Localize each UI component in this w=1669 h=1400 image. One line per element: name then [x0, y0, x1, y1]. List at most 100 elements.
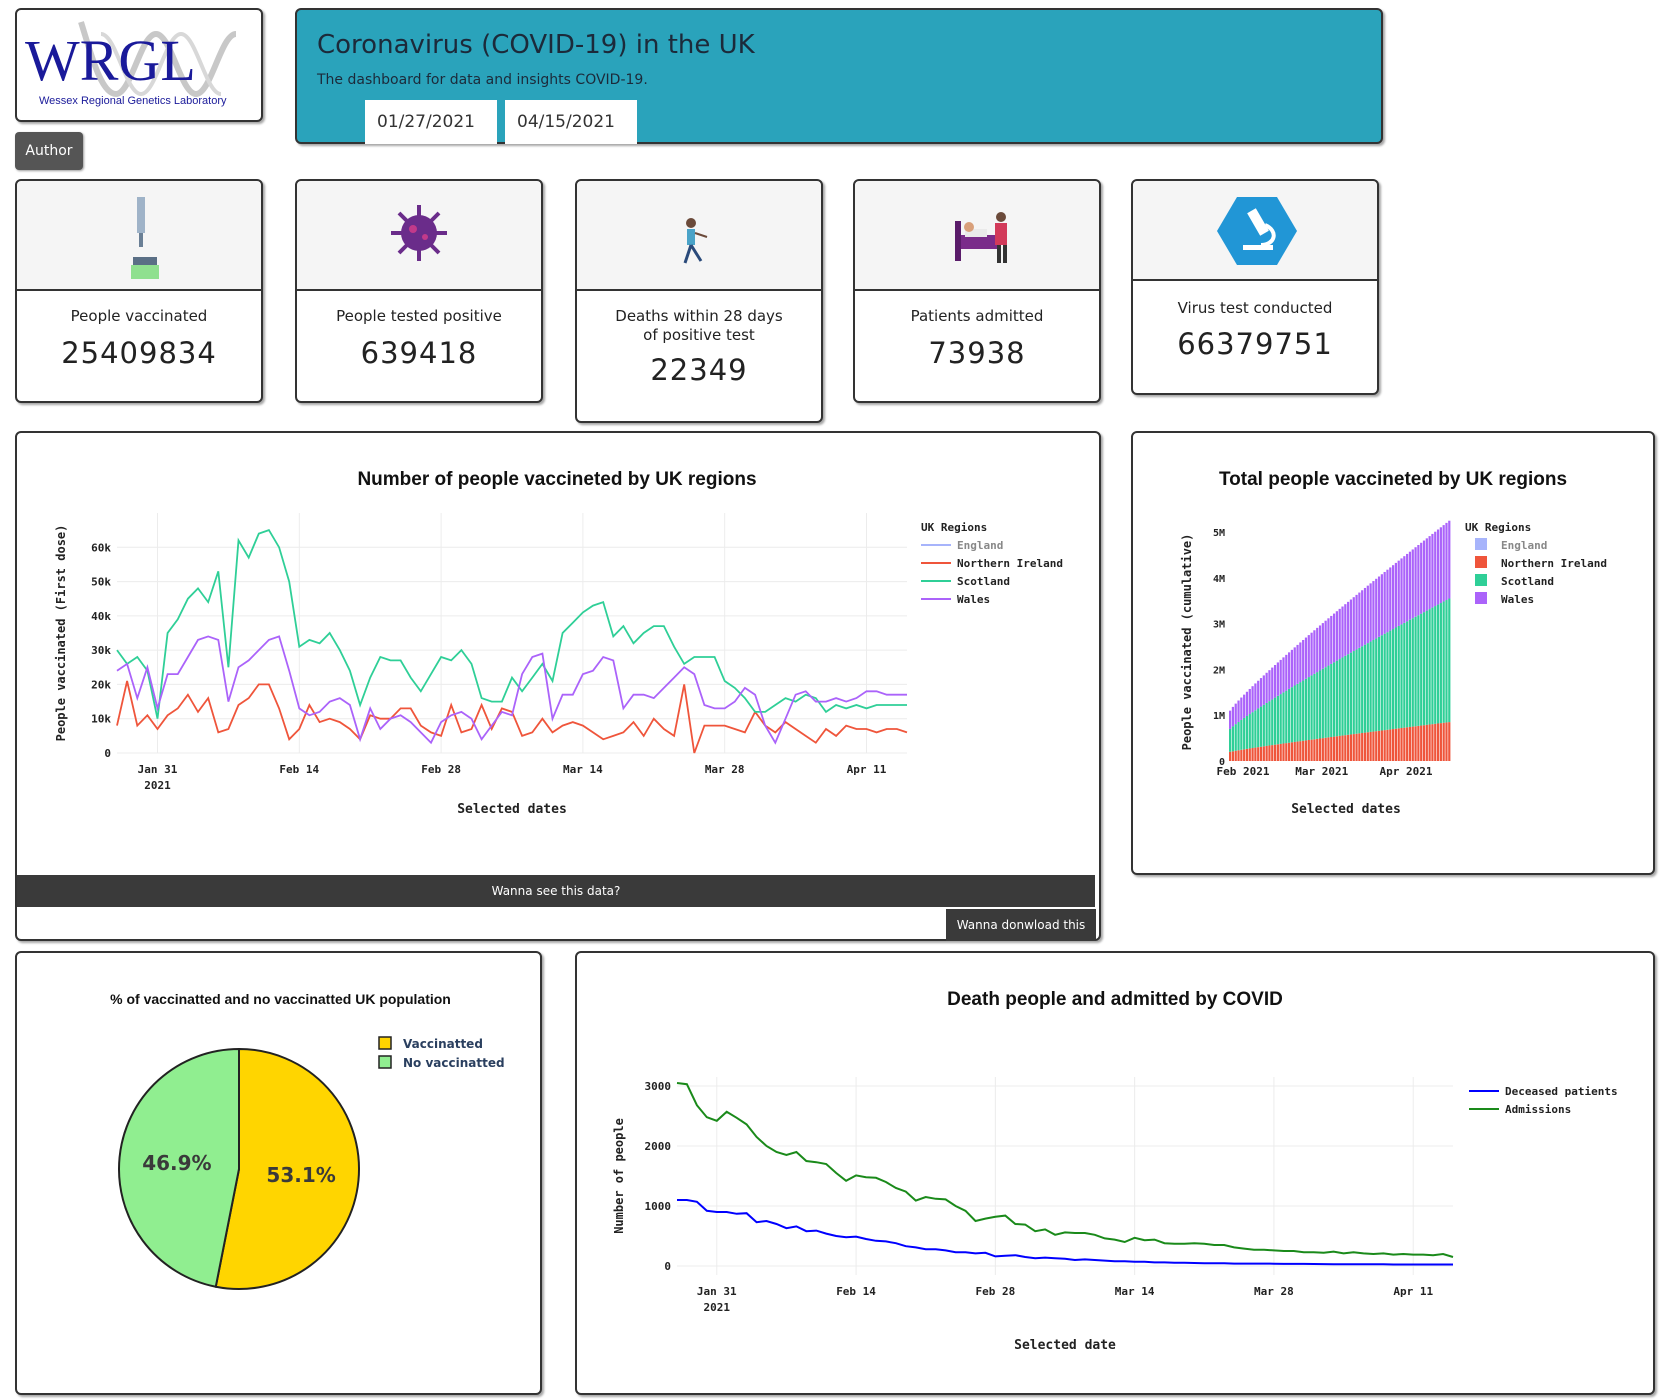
bar-segment-scotland: [1330, 663, 1333, 738]
bar-segment-northern-ireland: [1394, 728, 1398, 761]
legend-swatch: [378, 1055, 392, 1069]
bar-segment-wales: [1352, 597, 1355, 652]
bar-segment-scotland: [1355, 649, 1358, 734]
bar-segment-northern-ireland: [1380, 730, 1383, 761]
bar-segment-northern-ireland: [1445, 722, 1448, 761]
bar-segment-scotland: [1338, 659, 1341, 736]
bar-segment-wales: [1341, 606, 1344, 658]
x-tick-label: Mar 2021: [1295, 765, 1348, 778]
bar-segment-wales: [1324, 620, 1327, 668]
bar-segment-scotland: [1324, 667, 1327, 738]
start-date-input[interactable]: 01/27/2021: [365, 100, 497, 144]
card-deaths: Deaths within 28 days of positive test 2…: [575, 179, 823, 423]
bar-segment-scotland: [1344, 655, 1347, 736]
bar-segment-northern-ireland: [1282, 743, 1285, 761]
x-tick-label: Feb 28: [421, 763, 461, 776]
x-tick-label: Mar 28: [1254, 1285, 1294, 1298]
bar-segment-wales: [1310, 632, 1313, 676]
author-button[interactable]: Author: [15, 132, 83, 170]
y-axis-label: People vaccinated (First dose): [54, 525, 68, 742]
bar-segment-wales: [1273, 665, 1277, 698]
bar-segment-wales: [1271, 667, 1274, 700]
legend-swatch: [1475, 592, 1487, 604]
bar-segment-wales: [1234, 703, 1237, 725]
bar-segment-scotland: [1369, 641, 1372, 732]
microscope-icon: [1217, 197, 1297, 265]
bar-segment-northern-ireland: [1316, 738, 1319, 761]
bar-segment-wales: [1408, 551, 1412, 620]
vaccinated-share-panel: % of vaccinatted and no vaccinatted UK p…: [15, 951, 542, 1395]
bar-segment-wales: [1344, 604, 1347, 656]
daily-vaccination-panel: Number of people vaccineted by UK region…: [15, 431, 1101, 964]
pie-slice-label: 53.1%: [266, 1163, 335, 1187]
bar-segment-northern-ireland: [1417, 725, 1420, 761]
bar-segment-scotland: [1347, 654, 1350, 735]
bar-segment-northern-ireland: [1321, 738, 1324, 761]
x-tick-label: Feb 14: [279, 763, 319, 776]
download-data-button[interactable]: Wanna donwload this data: [946, 909, 1096, 964]
y-tick-label: 3000: [645, 1080, 672, 1093]
bar-segment-wales: [1265, 672, 1268, 703]
bar-segment-wales: [1349, 599, 1353, 653]
bar-segment-scotland: [1231, 726, 1235, 752]
bar-segment-scotland: [1400, 624, 1403, 728]
bar-segment-wales: [1338, 608, 1341, 660]
bar-segment-northern-ireland: [1372, 731, 1375, 761]
x-tick-label: Apr 2021: [1380, 765, 1433, 778]
bar-segment-northern-ireland: [1434, 723, 1437, 761]
bar-segment-northern-ireland: [1352, 734, 1355, 761]
legend-item: England: [1501, 539, 1547, 552]
bar-segment-wales: [1361, 590, 1364, 647]
bar-segment-wales: [1262, 675, 1265, 705]
y-tick-label: 3M: [1213, 620, 1225, 631]
bar-segment-scotland: [1262, 704, 1265, 747]
y-tick-label: 2M: [1213, 665, 1225, 676]
bar-segment-scotland: [1417, 615, 1420, 726]
y-tick-label: 0: [104, 747, 111, 760]
logo-panel: WRGL Wessex Regional Genetics Laboratory: [15, 8, 263, 122]
bar-segment-scotland: [1375, 638, 1378, 732]
bar-segment-scotland: [1422, 612, 1426, 726]
bar-segment-wales: [1358, 592, 1361, 648]
bar-segment-scotland: [1363, 644, 1367, 733]
bar-segment-northern-ireland: [1420, 725, 1423, 761]
bar-segment-wales: [1254, 683, 1257, 711]
legend-item: Wales: [957, 593, 990, 606]
legend-item: Scotland: [957, 575, 1010, 588]
end-date-input[interactable]: 04/15/2021: [505, 100, 637, 144]
bar-segment-northern-ireland: [1324, 737, 1327, 761]
bar-segment-wales: [1431, 533, 1434, 608]
series-line-scotland: [116, 529, 907, 719]
bar-segment-scotland: [1285, 690, 1288, 744]
bar-segment-northern-ireland: [1285, 743, 1288, 761]
legend-item: No vaccinatted: [403, 1056, 505, 1070]
bar-segment-wales: [1316, 627, 1319, 673]
bar-segment-wales: [1442, 525, 1445, 602]
bar-segment-northern-ireland: [1248, 748, 1251, 761]
see-data-button[interactable]: Wanna see this data?: [17, 875, 1095, 907]
deaths-admissions-panel: Death people and admitted by COVID 0 1000…: [575, 951, 1655, 1395]
x-axis-label: Selected dates: [457, 802, 567, 817]
bar-segment-scotland: [1428, 609, 1431, 725]
bar-segment-northern-ireland: [1428, 724, 1431, 761]
bar-segment-scotland: [1332, 662, 1336, 737]
pie-slice-label: 46.9%: [142, 1151, 211, 1175]
bar-segment-scotland: [1372, 639, 1375, 732]
bar-segment-wales: [1414, 547, 1417, 617]
bar-segment-wales: [1417, 545, 1420, 616]
y-tick-label: 5M: [1213, 528, 1225, 539]
bar-segment-scotland: [1273, 697, 1277, 745]
bar-segment-scotland: [1254, 710, 1257, 748]
card-label: Virus test conducted: [1177, 299, 1333, 317]
bar-segment-scotland: [1248, 714, 1251, 749]
y-tick-label: 40k: [91, 610, 111, 623]
bar-segment-wales: [1420, 542, 1423, 614]
y-tick-label: 20k: [91, 678, 111, 691]
legend-swatch: [1475, 556, 1487, 568]
bar-segment-northern-ireland: [1397, 728, 1400, 761]
bar-segment-northern-ireland: [1327, 737, 1330, 761]
bar-segment-wales: [1422, 540, 1426, 613]
bar-segment-scotland: [1436, 604, 1440, 724]
bar-segment-northern-ireland: [1422, 725, 1426, 761]
bar-segment-wales: [1251, 686, 1254, 713]
